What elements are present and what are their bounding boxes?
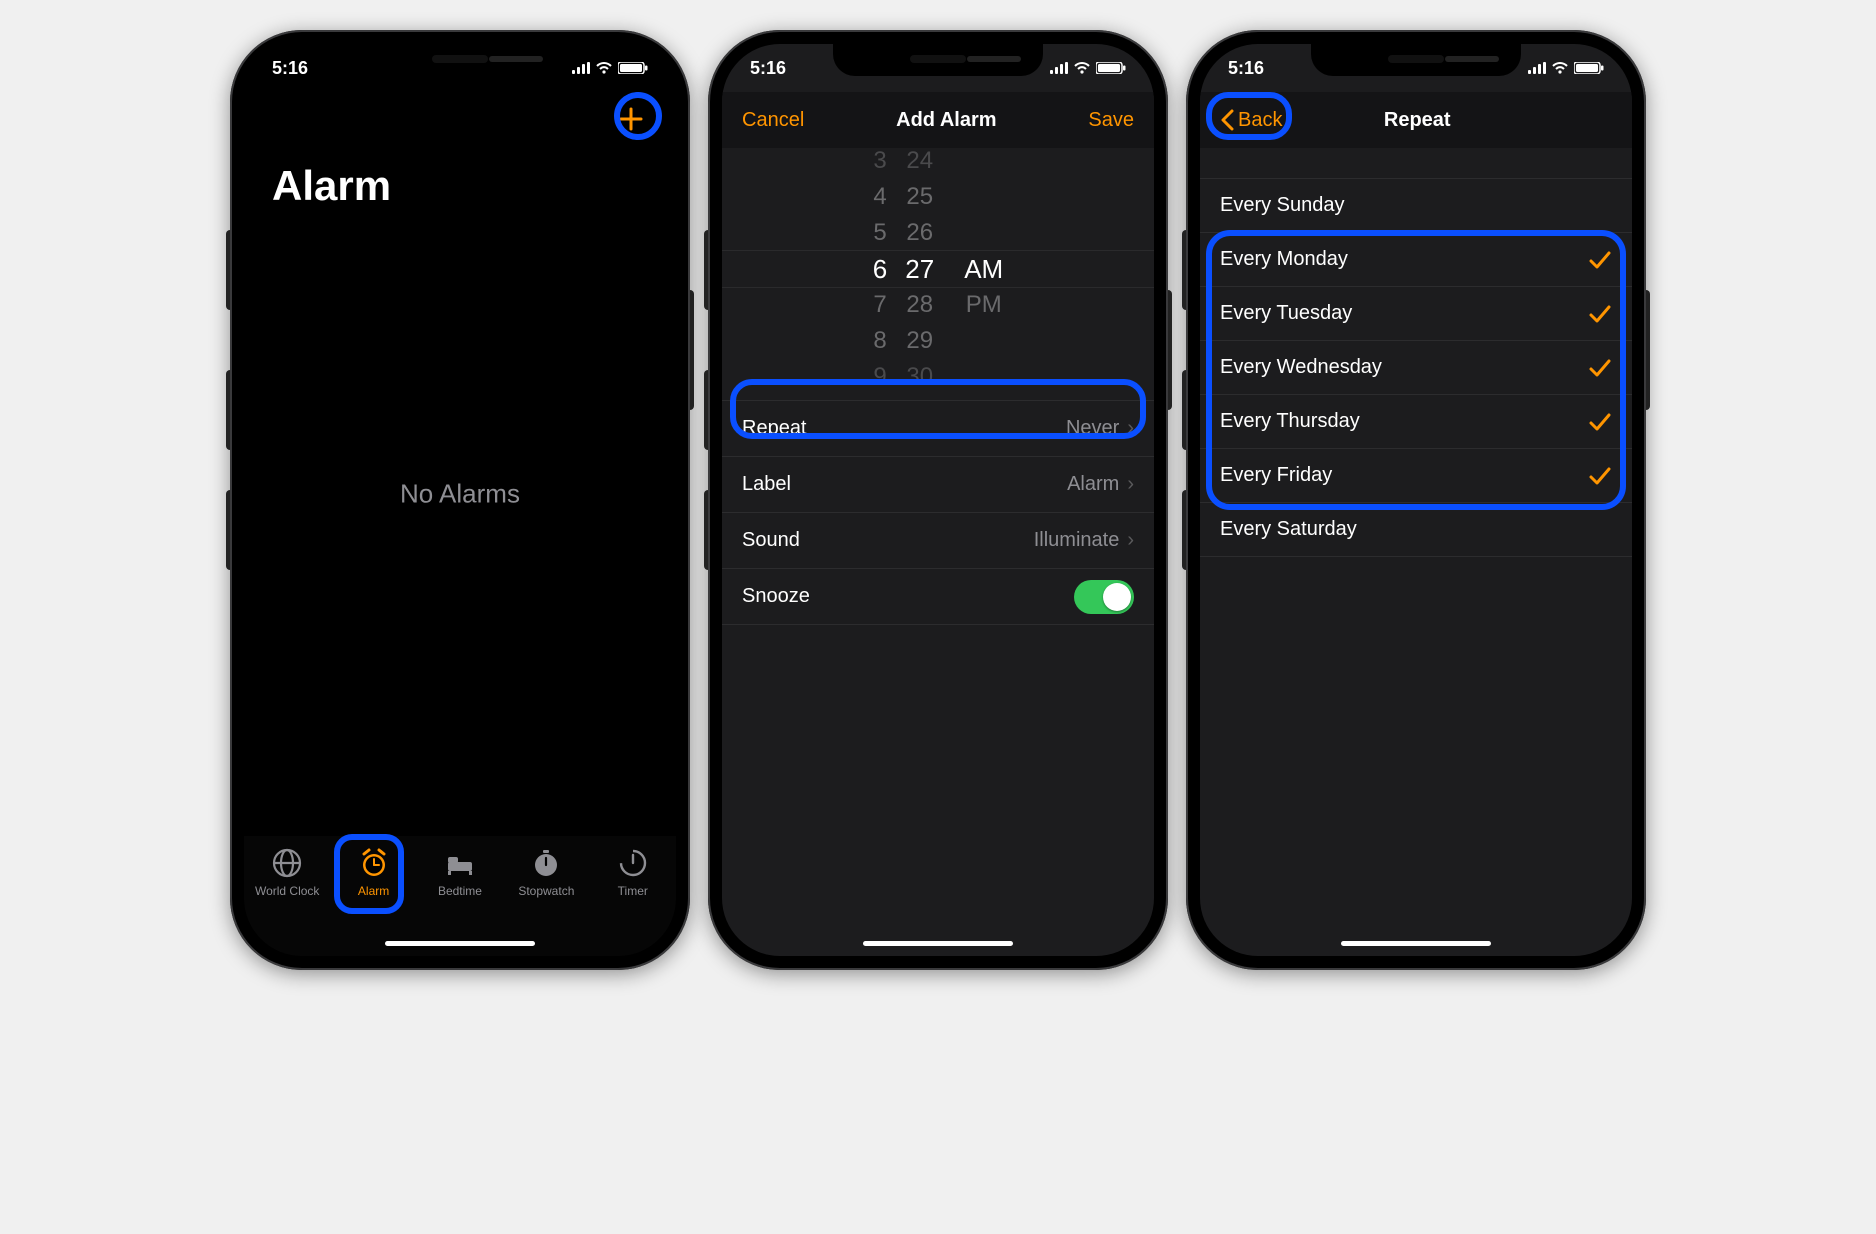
checkmark-icon bbox=[1588, 412, 1612, 432]
timer-icon bbox=[616, 846, 650, 880]
row-value: Never bbox=[1066, 417, 1119, 440]
page-title: Alarm bbox=[244, 136, 676, 210]
home-indicator[interactable] bbox=[1341, 941, 1491, 946]
repeat-row[interactable]: Repeat Never › bbox=[722, 401, 1154, 457]
status-right bbox=[572, 62, 648, 74]
phone-frame-2: 5:16 Cancel Add Alarm Save 3 4 5 6 bbox=[708, 30, 1168, 970]
row-value: Alarm bbox=[1067, 473, 1119, 496]
day-label: Every Wednesday bbox=[1220, 356, 1382, 379]
tab-label: Bedtime bbox=[438, 884, 482, 898]
nav-title: Add Alarm bbox=[896, 109, 996, 132]
row-label: Repeat bbox=[742, 417, 807, 440]
day-row-monday[interactable]: Every Monday bbox=[1200, 233, 1632, 287]
day-label: Every Sunday bbox=[1220, 194, 1345, 217]
alarm-clock-icon bbox=[357, 846, 391, 880]
checkmark-icon bbox=[1588, 358, 1612, 378]
row-label: Snooze bbox=[742, 585, 810, 608]
picker-minutes[interactable]: 24 25 26 27 28 29 30 bbox=[905, 143, 934, 395]
status-time: 5:16 bbox=[750, 58, 786, 79]
alarm-settings-list: Repeat Never › Label Alarm › Sound Illumin… bbox=[722, 400, 1154, 625]
time-picker[interactable]: 3 4 5 6 7 8 9 24 25 26 27 28 29 30 bbox=[722, 154, 1154, 384]
tab-label: Alarm bbox=[358, 884, 389, 898]
screen-alarm-list: 5:16 Alarm No Alarms World Clock bbox=[244, 44, 676, 956]
day-row-saturday[interactable]: Every Saturday bbox=[1200, 503, 1632, 557]
back-button[interactable]: Back bbox=[1220, 109, 1282, 132]
tab-alarm[interactable]: Alarm bbox=[334, 846, 414, 898]
chevron-right-icon: › bbox=[1127, 473, 1134, 496]
empty-state-text: No Alarms bbox=[244, 478, 676, 509]
tab-stopwatch[interactable]: Stopwatch bbox=[506, 846, 586, 898]
notch bbox=[833, 44, 1043, 76]
phone-frame-3: 5:16 Back Repeat Every Sunday bbox=[1186, 30, 1646, 970]
label-row[interactable]: Label Alarm › bbox=[722, 457, 1154, 513]
home-indicator[interactable] bbox=[863, 941, 1013, 946]
day-label: Every Friday bbox=[1220, 464, 1332, 487]
tab-bar: World Clock Alarm Bedtime Stopwatch Time… bbox=[244, 836, 676, 956]
day-row-friday[interactable]: Every Friday bbox=[1200, 449, 1632, 503]
add-alarm-button[interactable] bbox=[614, 102, 648, 136]
status-right bbox=[1528, 62, 1604, 74]
save-button[interactable]: Save bbox=[1088, 109, 1134, 132]
notch bbox=[355, 44, 565, 76]
nav-bar: Cancel Add Alarm Save bbox=[722, 92, 1154, 148]
row-label: Sound bbox=[742, 529, 800, 552]
tab-label: Timer bbox=[618, 884, 648, 898]
snooze-row: Snooze bbox=[722, 569, 1154, 625]
notch bbox=[1311, 44, 1521, 76]
day-label: Every Saturday bbox=[1220, 518, 1357, 541]
tab-world-clock[interactable]: World Clock bbox=[247, 846, 327, 898]
picker-ampm[interactable]: . . . AM PM . . bbox=[964, 143, 1003, 395]
phone-frame-1: 5:16 Alarm No Alarms World Clock bbox=[230, 30, 690, 970]
tab-label: World Clock bbox=[255, 884, 319, 898]
sound-row[interactable]: Sound Illuminate › bbox=[722, 513, 1154, 569]
day-row-sunday[interactable]: Every Sunday bbox=[1200, 179, 1632, 233]
globe-icon bbox=[270, 846, 304, 880]
picker-hours[interactable]: 3 4 5 6 7 8 9 bbox=[873, 143, 887, 395]
home-indicator[interactable] bbox=[385, 941, 535, 946]
checkmark-icon bbox=[1588, 466, 1612, 486]
day-label: Every Monday bbox=[1220, 248, 1348, 271]
checkmark-icon bbox=[1588, 250, 1612, 270]
status-time: 5:16 bbox=[272, 58, 308, 79]
status-right bbox=[1050, 62, 1126, 74]
day-row-wednesday[interactable]: Every Wednesday bbox=[1200, 341, 1632, 395]
day-row-tuesday[interactable]: Every Tuesday bbox=[1200, 287, 1632, 341]
three-phone-layout: 5:16 Alarm No Alarms World Clock bbox=[0, 0, 1876, 1000]
bed-icon bbox=[443, 846, 477, 880]
back-label: Back bbox=[1238, 109, 1282, 132]
row-label: Label bbox=[742, 473, 791, 496]
nav-title: Repeat bbox=[1384, 109, 1451, 132]
days-list: Every Sunday Every Monday Every Tuesday … bbox=[1200, 178, 1632, 557]
day-label: Every Thursday bbox=[1220, 410, 1360, 433]
row-value: Illuminate bbox=[1034, 529, 1120, 552]
day-row-thursday[interactable]: Every Thursday bbox=[1200, 395, 1632, 449]
checkmark-icon bbox=[1588, 304, 1612, 324]
tab-timer[interactable]: Timer bbox=[593, 846, 673, 898]
snooze-toggle[interactable] bbox=[1074, 580, 1134, 614]
tab-label: Stopwatch bbox=[518, 884, 574, 898]
status-time: 5:16 bbox=[1228, 58, 1264, 79]
tab-bedtime[interactable]: Bedtime bbox=[420, 846, 500, 898]
nav-bar: Back Repeat bbox=[1200, 92, 1632, 148]
stopwatch-icon bbox=[529, 846, 563, 880]
day-label: Every Tuesday bbox=[1220, 302, 1352, 325]
screen-repeat-days: 5:16 Back Repeat Every Sunday bbox=[1200, 44, 1632, 956]
screen-add-alarm: 5:16 Cancel Add Alarm Save 3 4 5 6 bbox=[722, 44, 1154, 956]
plus-icon bbox=[616, 104, 646, 134]
chevron-left-icon bbox=[1220, 109, 1234, 131]
chevron-right-icon: › bbox=[1127, 529, 1134, 552]
cancel-button[interactable]: Cancel bbox=[742, 109, 804, 132]
chevron-right-icon: › bbox=[1127, 417, 1134, 440]
